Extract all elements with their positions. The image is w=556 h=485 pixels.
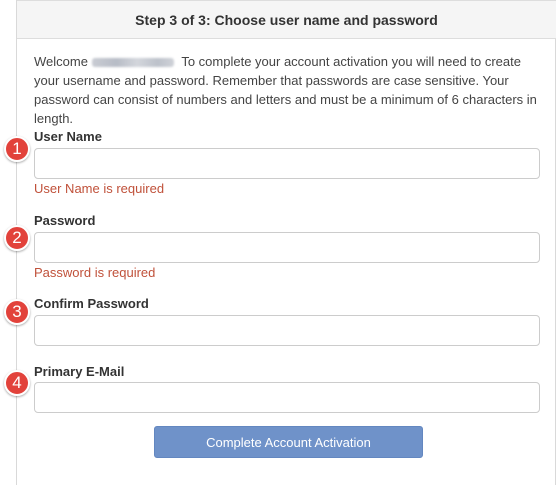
callout-marker-2: 2 [4,225,30,251]
welcome-label: Welcome [34,54,88,69]
callout-marker-1: 1 [4,136,30,162]
confirm-password-input[interactable] [34,315,540,346]
password-label: Password [34,213,96,228]
confirm-password-label: Confirm Password [34,296,149,311]
password-error: Password is required [34,265,156,280]
username-label: User Name [34,129,102,144]
username-error: User Name is required [34,181,165,196]
email-label: Primary E-Mail [34,364,125,379]
callout-marker-4: 4 [4,370,30,396]
panel-title: Step 3 of 3: Choose user name and passwo… [17,0,556,39]
complete-activation-button[interactable]: Complete Account Activation [154,426,423,458]
blurred-user-name [91,58,174,68]
password-input[interactable] [34,232,540,263]
activation-panel: Step 3 of 3: Choose user name and passwo… [16,0,556,485]
intro-text: Welcome To complete your account activat… [34,52,544,128]
callout-marker-3: 3 [4,299,30,325]
username-input[interactable] [34,148,540,179]
email-input[interactable] [34,382,540,413]
